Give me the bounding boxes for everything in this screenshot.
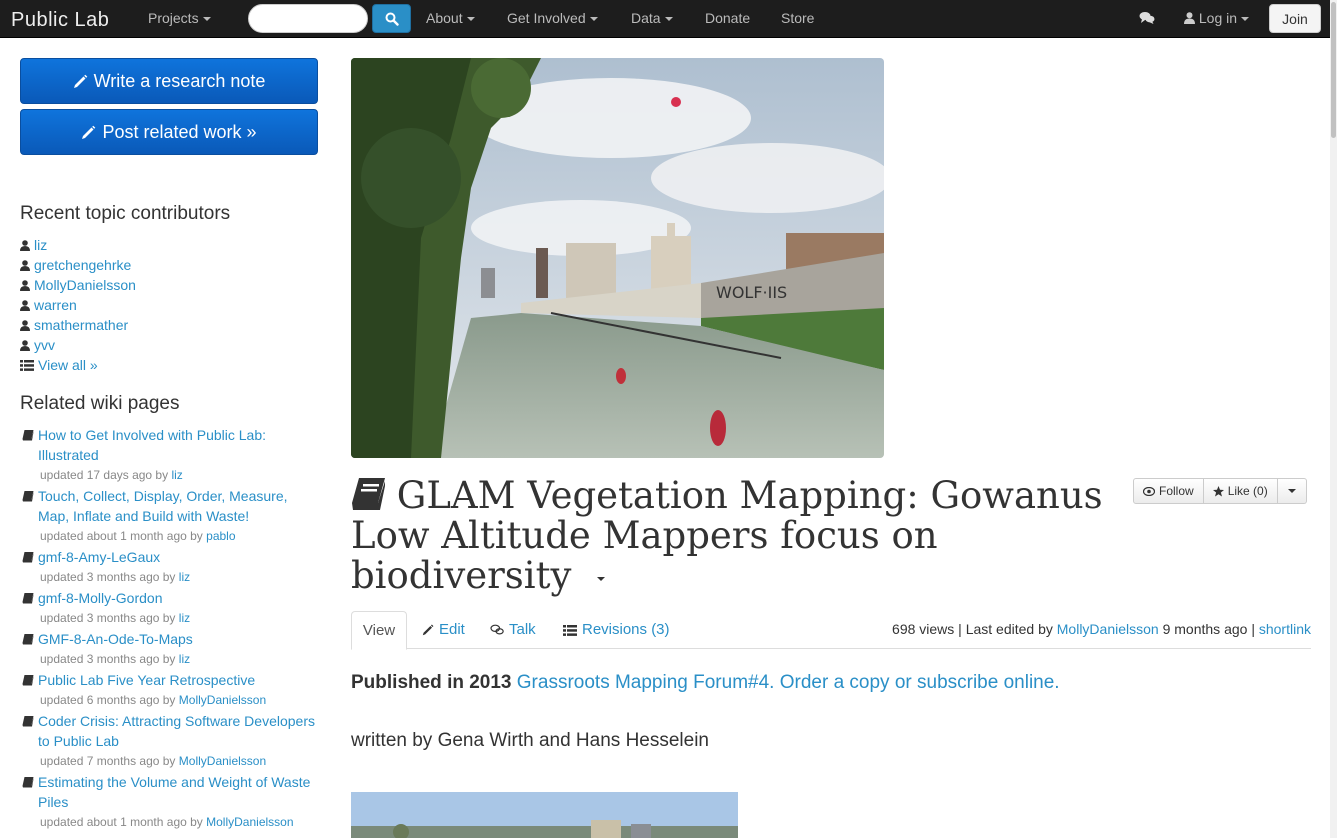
user-icon	[20, 339, 30, 351]
wiki-list-item[interactable]: gmf-8-Amy-LeGaux updated 3 months ago by…	[20, 547, 320, 587]
editor-link[interactable]: MollyDanielsson	[1057, 621, 1159, 637]
contributor-item[interactable]: MollyDanielsson	[20, 277, 136, 293]
search-input[interactable]	[248, 4, 368, 33]
user-icon	[1184, 12, 1195, 24]
article-image	[351, 792, 738, 838]
page-title: GLAM Vegetation Mapping: Gowanus Low Alt…	[351, 474, 1103, 597]
user-icon	[20, 319, 30, 331]
tab-view[interactable]: View	[351, 611, 407, 650]
eye-icon	[1143, 486, 1155, 496]
contributor-item[interactable]: liz	[20, 237, 47, 253]
pencil-icon	[82, 125, 96, 139]
search-icon	[385, 12, 399, 26]
book-icon	[352, 478, 385, 510]
book-icon	[22, 491, 34, 502]
book-icon	[22, 777, 34, 788]
brand-logo[interactable]: Public Lab	[11, 9, 109, 32]
shortlink[interactable]: shortlink	[1259, 621, 1311, 637]
more-options-dropdown[interactable]	[1277, 478, 1307, 504]
user-icon	[20, 299, 30, 311]
user-icon	[20, 279, 30, 291]
page-scrollbar[interactable]	[1330, 0, 1337, 838]
book-icon	[22, 552, 34, 563]
tab-revisions[interactable]: Revisions (3)	[563, 611, 670, 649]
join-button[interactable]: Join	[1269, 4, 1321, 33]
nav-donate[interactable]: Donate	[705, 10, 750, 26]
wiki-list-item[interactable]: Estimating the Volume and Weight of Wast…	[20, 772, 320, 832]
list-icon	[20, 359, 34, 371]
book-icon	[22, 593, 34, 604]
svg-text:WOLF·IIS: WOLF·IIS	[716, 283, 787, 302]
contributor-item[interactable]: yvv	[20, 337, 55, 353]
contributor-item[interactable]: gretchengehrke	[20, 257, 131, 273]
top-navbar: Public Lab Projects About Get Involved D…	[0, 0, 1330, 38]
book-icon	[22, 716, 34, 727]
like-button[interactable]: Like (0)	[1203, 478, 1278, 504]
contributors-heading: Recent topic contributors	[20, 203, 231, 224]
user-icon	[20, 239, 30, 251]
contributor-item[interactable]: warren	[20, 297, 77, 313]
wiki-list-item[interactable]: How to Get Involved with Public Lab: Ill…	[20, 425, 320, 485]
view-all-contributors[interactable]: View all »	[20, 357, 98, 373]
nav-about[interactable]: About	[426, 10, 475, 26]
wiki-list-item[interactable]: Coder Crisis: Attracting Software Develo…	[20, 711, 320, 771]
star-icon	[1212, 485, 1224, 496]
hero-image-canal: WOLF·IIS	[351, 58, 884, 458]
pencil-icon	[422, 624, 434, 636]
published-line: Published in 2013 Grassroots Mapping For…	[351, 672, 1060, 693]
forum-link[interactable]: Grassroots Mapping Forum#4. Order a copy…	[517, 672, 1060, 693]
page-stats: 698 views | Last edited by MollyDanielss…	[892, 621, 1311, 637]
wiki-list-item[interactable]: gmf-8-Molly-Gordon updated 3 months ago …	[20, 588, 320, 628]
author-line: written by Gena Wirth and Hans Hesselein	[351, 730, 709, 751]
user-icon	[20, 259, 30, 271]
wiki-heading: Related wiki pages	[20, 393, 180, 414]
chevron-down-icon	[589, 17, 598, 22]
tab-edit[interactable]: Edit	[422, 611, 465, 649]
chevron-down-icon	[1241, 17, 1250, 22]
nav-get-involved[interactable]: Get Involved	[507, 10, 598, 26]
scrollbar-thumb[interactable]	[1331, 2, 1336, 138]
nav-projects[interactable]: Projects	[148, 10, 211, 26]
nav-data[interactable]: Data	[631, 10, 673, 26]
book-icon	[22, 634, 34, 645]
post-related-work-button[interactable]: Post related work »	[20, 109, 318, 155]
contributor-item[interactable]: smathermather	[20, 317, 128, 333]
login-menu[interactable]: Log in	[1184, 10, 1250, 26]
wiki-list-item[interactable]: Touch, Collect, Display, Order, Measure,…	[20, 486, 320, 546]
follow-like-group: Follow Like (0)	[1133, 478, 1307, 504]
write-note-button[interactable]: Write a research note	[20, 58, 318, 104]
wiki-list-item[interactable]: Public Lab Five Year Retrospective updat…	[20, 670, 320, 710]
tab-talk[interactable]: Talk	[490, 611, 536, 649]
chevron-down-icon	[664, 17, 673, 22]
chevron-down-icon	[202, 17, 211, 22]
book-icon	[22, 675, 34, 686]
chevron-down-icon	[466, 17, 475, 22]
chat-icon[interactable]	[1139, 11, 1155, 28]
pencil-icon	[73, 74, 87, 88]
title-dropdown-caret[interactable]	[597, 576, 606, 581]
chevron-down-icon	[1287, 489, 1296, 493]
book-icon	[22, 430, 34, 441]
nav-store[interactable]: Store	[781, 10, 814, 26]
comments-icon	[490, 624, 504, 635]
follow-button[interactable]: Follow	[1133, 478, 1204, 504]
wiki-list-item[interactable]: GMF-8-An-Ode-To-Maps updated 3 months ag…	[20, 629, 320, 669]
search-button[interactable]	[372, 4, 411, 33]
list-icon	[563, 625, 577, 636]
page-tabs: View Edit Talk Revisions (3) 698 views |…	[351, 611, 1311, 650]
